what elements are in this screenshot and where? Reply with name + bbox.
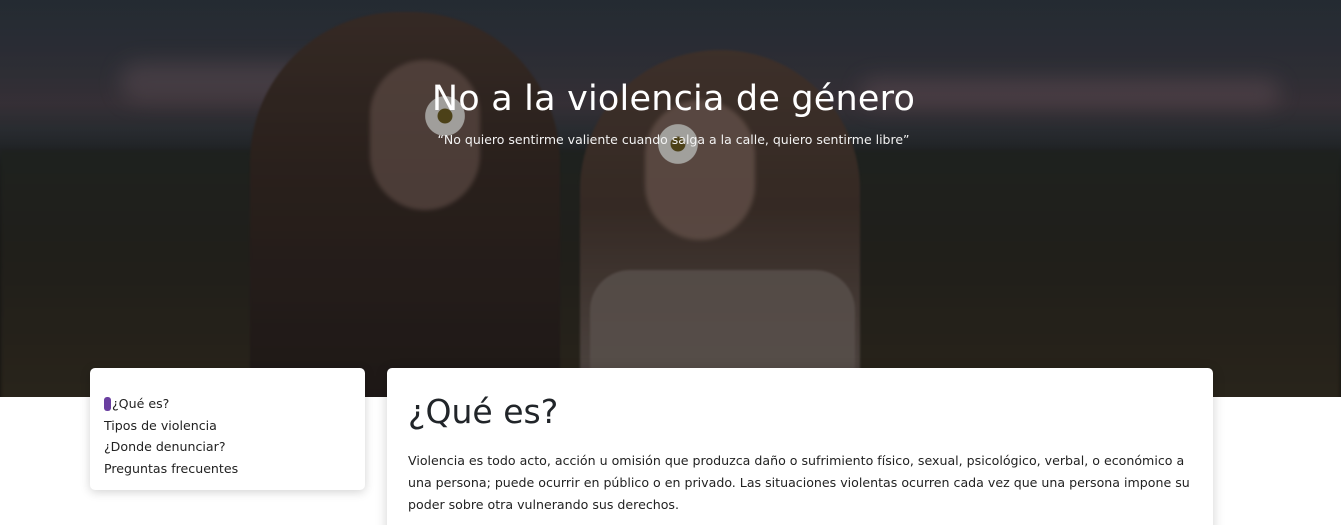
toc-item-donde-denunciar[interactable]: ¿Donde denunciar?	[104, 436, 351, 458]
hero-quote: “No quiero sentirme valiente cuando salg…	[437, 132, 910, 147]
toc-item-tipos-de-violencia[interactable]: Tipos de violencia	[104, 415, 351, 437]
toc-item-label: ¿Qué es?	[112, 396, 170, 411]
section-paragraph: Violencia es todo acto, acción u omisión…	[408, 453, 1190, 512]
hero-banner: No a la violencia de género “No quiero s…	[0, 0, 1341, 397]
toc-item-que-es[interactable]: ¿Qué es?	[104, 393, 351, 415]
hero-overlay	[0, 0, 1341, 397]
section-title: ¿Qué es?	[408, 392, 559, 431]
active-indicator	[104, 397, 111, 411]
content-card: ¿Qué es? Violencia es todo acto, acción …	[387, 368, 1213, 525]
toc-item-preguntas-frecuentes[interactable]: Preguntas frecuentes	[104, 458, 351, 480]
table-of-contents: ¿Qué es? Tipos de violencia ¿Donde denun…	[90, 368, 365, 490]
hero-title: No a la violencia de género	[431, 79, 916, 119]
